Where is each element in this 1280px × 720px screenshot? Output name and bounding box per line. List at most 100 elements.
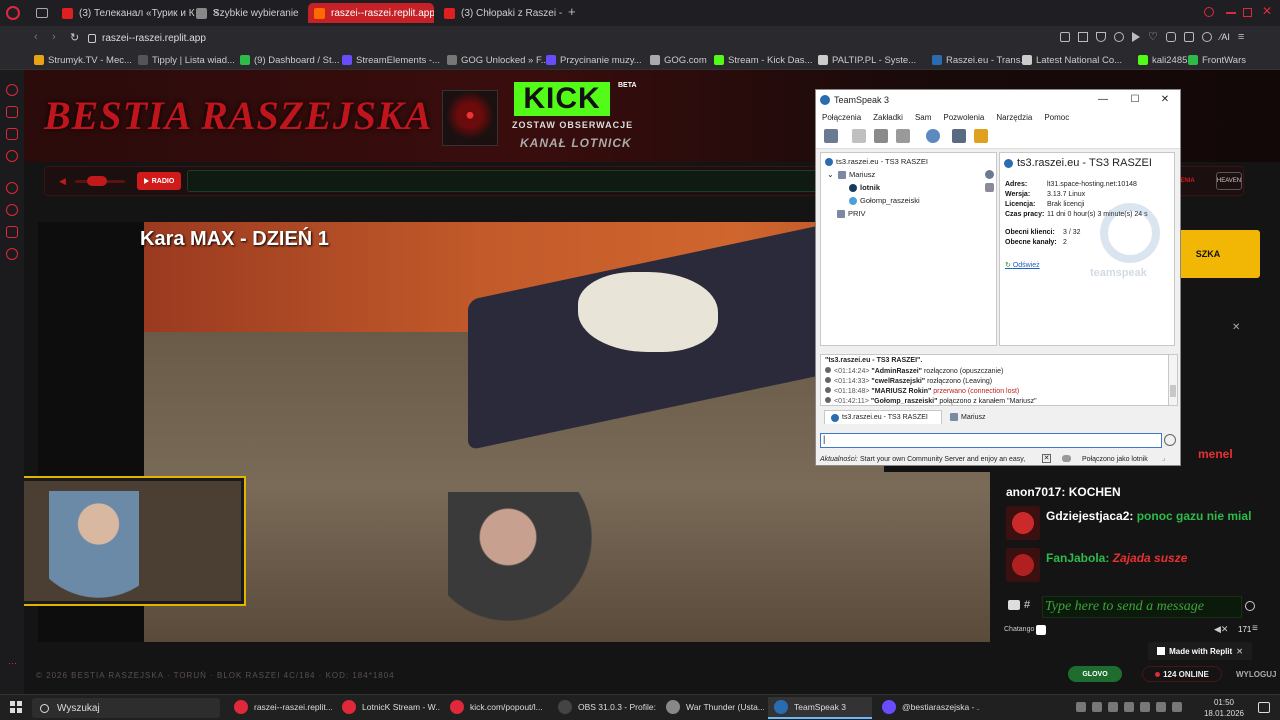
ts-menu-item[interactable]: Narzędzia — [996, 113, 1032, 122]
maximize-window-button[interactable] — [1243, 8, 1252, 17]
messenger-icon[interactable] — [6, 84, 18, 96]
settings-icon[interactable] — [1245, 601, 1255, 611]
search-tabs-icon[interactable] — [1204, 7, 1214, 17]
log-name[interactable]: "AdminRaszei" — [871, 368, 922, 375]
chat-avatar[interactable] — [1006, 548, 1040, 582]
settings-icon[interactable] — [6, 248, 18, 260]
download-icon[interactable] — [1060, 32, 1070, 42]
bookmark-item[interactable]: Strumyk.TV - Mec... — [34, 53, 132, 67]
bookmark-item[interactable]: Stream - Kick Das... — [714, 53, 812, 67]
bookmark-item[interactable]: (9) Dashboard / St... — [240, 53, 340, 67]
tray-battery-icon[interactable] — [1172, 702, 1182, 712]
chatango-label[interactable]: Chatango — [1004, 626, 1034, 633]
taskbar-search[interactable]: Wyszukaj — [32, 698, 220, 718]
tab-overview-icon[interactable] — [36, 8, 48, 18]
taskbar-clock[interactable]: 01:50 18.01.2026 — [1198, 697, 1250, 719]
tree-server[interactable]: ts3.raszei.eu - TS3 RASZEI — [825, 157, 928, 166]
ts-menu-item[interactable]: Pozwolenia — [943, 113, 984, 122]
music-icon[interactable] — [6, 182, 18, 194]
taskbar-app[interactable]: @bestiaraszejska - ... — [876, 697, 980, 719]
instagram-icon[interactable] — [6, 106, 18, 118]
log-name[interactable]: "cwelRaszejski" — [871, 378, 925, 385]
tab-close-icon[interactable]: ✕ — [305, 8, 306, 19]
chat-tab[interactable]: Mariusz — [944, 410, 994, 424]
chevron-down-icon[interactable]: ⌄ — [827, 170, 835, 179]
browser-tab[interactable]: (3) Chłopaki z Raszei - PR✕ — [438, 3, 562, 23]
tray-chat-icon[interactable] — [1108, 702, 1118, 712]
mute-icon[interactable]: ◀✕ — [1214, 624, 1228, 635]
permissions-icon[interactable] — [974, 129, 988, 143]
start-button[interactable] — [10, 701, 22, 713]
tree-client[interactable]: lotnik — [849, 183, 880, 192]
log-name[interactable]: "MARIUSZ Rokin" — [871, 388, 931, 395]
reload-icon[interactable]: ↻ — [70, 31, 79, 44]
mute-microphone-icon[interactable] — [874, 129, 888, 143]
chat-tab[interactable]: ts3.raszei.eu - TS3 RASZEI — [824, 410, 942, 424]
chat-menu-icon[interactable]: ≡ — [1252, 623, 1258, 634]
kick-logo[interactable]: KICK — [514, 82, 610, 116]
vk-icon[interactable] — [6, 128, 18, 140]
extensions-icon[interactable] — [1165, 32, 1176, 42]
bookmark-item[interactable]: StreamElements -... — [342, 53, 440, 67]
bookmark-item[interactable]: Przycinanie muzy... — [546, 53, 642, 67]
browser-tab[interactable]: raszei--raszei.replit.app ✕ — [308, 3, 434, 23]
ts-close-button[interactable]: ✕ — [1154, 92, 1176, 108]
aria-icon[interactable]: ⁄AI — [1220, 32, 1230, 44]
refresh-link[interactable]: ↻ Odśwież — [1005, 261, 1040, 269]
volume-knob[interactable] — [87, 176, 107, 186]
pinboard-icon[interactable] — [6, 226, 18, 238]
history-icon[interactable] — [6, 204, 18, 216]
snapshot-icon[interactable] — [1114, 32, 1124, 42]
hash-label[interactable]: # — [1024, 599, 1030, 611]
news-close-icon[interactable]: ✕ — [1042, 454, 1051, 463]
chat-message-field[interactable]: | — [820, 433, 1162, 448]
log-name[interactable]: "Gołomp_raszeiski" — [871, 398, 938, 405]
connect-icon[interactable] — [824, 129, 838, 143]
player-icon[interactable] — [1132, 32, 1140, 42]
volume-slider[interactable]: ◀ — [59, 176, 129, 186]
ts-maximize-button[interactable]: ☐ — [1124, 92, 1146, 108]
notifications-icon[interactable] — [1258, 702, 1270, 713]
radio-button[interactable]: RADIO — [137, 172, 181, 190]
opera-logo-icon[interactable] — [6, 6, 20, 20]
chat-avatar[interactable] — [1006, 506, 1040, 540]
minimize-window-button[interactable] — [1226, 12, 1236, 14]
forward-icon[interactable]: › — [52, 31, 56, 43]
chat-username[interactable]: Gdziejestjaca2: — [1046, 509, 1133, 523]
chat-close-icon[interactable]: ✕ — [1232, 322, 1240, 333]
camera-icon[interactable] — [1008, 600, 1020, 610]
speaker-icon[interactable]: ◀ — [59, 176, 66, 187]
back-icon[interactable]: ‹ — [34, 31, 38, 43]
made-with-replit-badge[interactable]: Made with Replit ✕ — [1148, 642, 1252, 660]
log-name[interactable]: "ts3.raszei.eu - TS3 RASZEI". — [825, 357, 922, 364]
bookmark-item[interactable]: kali24853 — [1138, 53, 1193, 67]
bookmark-item[interactable]: PALTIP.PL - Syste... — [818, 53, 916, 67]
ts-menu-item[interactable]: Pomoc — [1044, 113, 1069, 122]
logout-link[interactable]: WYLOGUJ — [1236, 670, 1276, 679]
tray-app-icon[interactable] — [1124, 702, 1134, 712]
ts-menu-item[interactable]: Połączenia — [822, 113, 861, 122]
tray-network-icon[interactable] — [1076, 702, 1086, 712]
replit-close-icon[interactable]: ✕ — [1236, 647, 1243, 656]
tray-wifi-icon[interactable] — [1140, 702, 1150, 712]
tree-channel[interactable]: PRIV — [837, 209, 866, 218]
wallet-icon[interactable] — [1183, 32, 1194, 42]
close-window-button[interactable]: ✕ — [1262, 4, 1272, 18]
contacts-icon[interactable] — [952, 129, 966, 143]
taskbar-app[interactable]: kick.com/popout/l... — [444, 697, 548, 719]
tray-volume-icon[interactable] — [1156, 702, 1166, 712]
taskbar-app[interactable]: LotnicK Stream - W... — [336, 697, 440, 719]
glovo-button[interactable]: GLOVO — [1068, 666, 1122, 682]
resize-grip-icon[interactable]: ⌟ — [1162, 454, 1165, 462]
bookmark-item[interactable]: FrontWars — [1188, 53, 1246, 67]
whatsapp-icon[interactable] — [6, 150, 18, 162]
ts-menu-item[interactable]: Zakładki — [873, 113, 903, 122]
disconnect-icon[interactable] — [852, 129, 866, 143]
chat-log-scrollbar[interactable] — [1168, 354, 1178, 406]
tray-bluetooth-icon[interactable] — [1092, 702, 1102, 712]
browser-tab[interactable]: Szybkie wybieranie ✕ — [190, 3, 306, 23]
taskbar-app[interactable]: OBS 31.0.3 - Profile:... — [552, 697, 656, 719]
vpn-icon[interactable] — [1201, 32, 1212, 42]
mute-speakers-icon[interactable] — [896, 129, 910, 143]
bookmark-item[interactable]: Tipply | Lista wiad... — [138, 53, 235, 67]
